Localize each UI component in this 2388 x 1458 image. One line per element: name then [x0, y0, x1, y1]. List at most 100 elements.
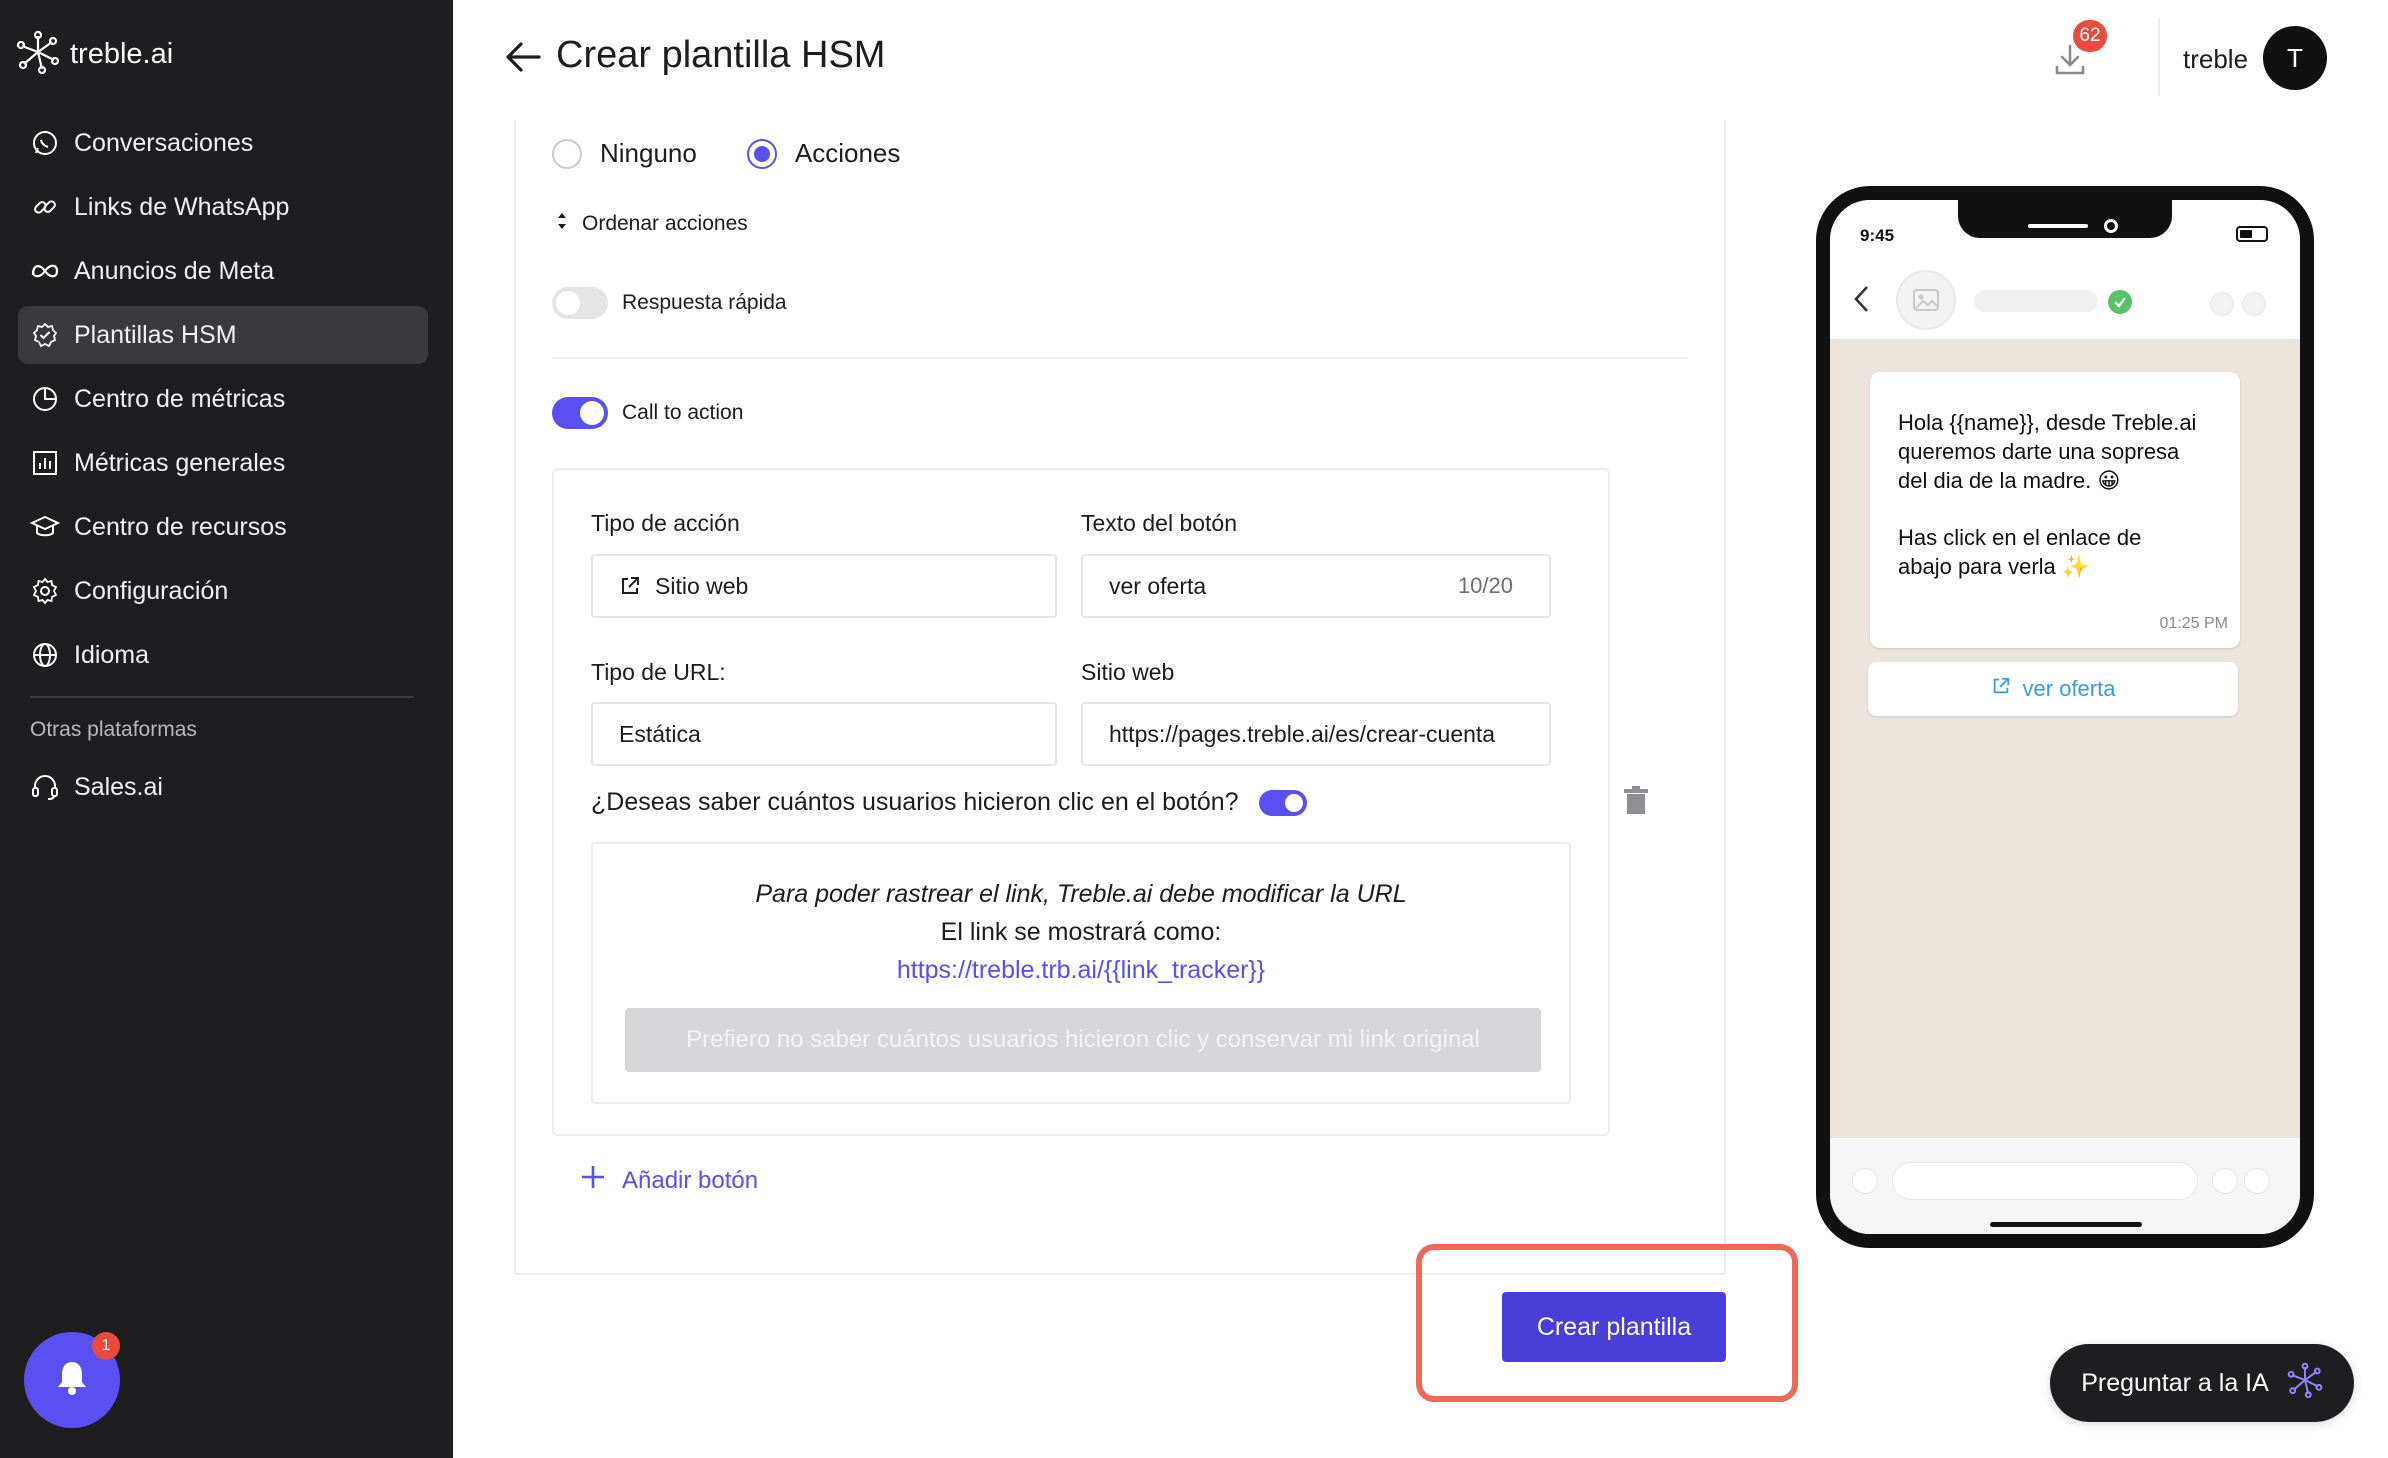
- mic-icon: [2244, 1168, 2270, 1194]
- bar-chart-icon: [30, 448, 60, 478]
- call-to-action-row: Call to action: [552, 397, 743, 429]
- quick-reply-toggle[interactable]: [552, 287, 608, 319]
- create-template-button[interactable]: Crear plantilla: [1502, 1292, 1726, 1362]
- arrow-left-icon: [505, 42, 541, 78]
- radio-ninguno[interactable]: [552, 138, 582, 169]
- sidebar-item-configuracion[interactable]: Configuración: [18, 562, 428, 620]
- tracking-question: ¿Deseas saber cuántos usuarios hicieron …: [591, 788, 1239, 816]
- plus-icon: [580, 1164, 606, 1197]
- sidebar-divider: [30, 696, 414, 698]
- sidebar-item-label: Conversaciones: [74, 128, 254, 157]
- graduation-cap-icon: [30, 512, 60, 542]
- chat-header: [1830, 260, 2300, 340]
- url-type-select[interactable]: Estática: [591, 702, 1057, 766]
- globe-icon: [30, 640, 60, 670]
- sidebar: treble.ai Conversaciones Links de WhatsA…: [0, 0, 453, 1458]
- back-button[interactable]: [505, 40, 541, 79]
- sidebar-item-plantillas-hsm[interactable]: Plantillas HSM: [18, 306, 428, 364]
- message-time: 01:25 PM: [2159, 615, 2228, 632]
- button-type-radio-group: Ninguno Acciones: [552, 138, 950, 169]
- notifications-button[interactable]: 1: [24, 1332, 120, 1428]
- phone-notch: [1958, 200, 2172, 238]
- url-type-value: Estática: [619, 720, 701, 747]
- tracking-info-line1: Para poder rastrear el link, Treble.ai d…: [755, 880, 1407, 908]
- other-platforms-title: Otras plataformas: [30, 718, 197, 741]
- sidebar-item-label: Configuración: [74, 576, 229, 605]
- radio-acciones[interactable]: [746, 138, 777, 169]
- sidebar-item-label: Sales.ai: [74, 772, 163, 801]
- sidebar-item-metricas-generales[interactable]: Métricas generales: [18, 434, 428, 492]
- external-link-icon: [1991, 676, 2011, 702]
- sidebar-item-centro-recursos[interactable]: Centro de recursos: [18, 498, 428, 556]
- delete-action-button[interactable]: [1622, 786, 1650, 821]
- action-type-select[interactable]: Sitio web: [591, 554, 1057, 618]
- battery-icon: [2236, 226, 2268, 242]
- sidebar-item-sales-ai[interactable]: Sales.ai: [18, 758, 428, 816]
- user-name[interactable]: treble: [2183, 44, 2248, 75]
- sidebar-nav: Conversaciones Links de WhatsApp Anuncio…: [18, 114, 428, 690]
- sidebar-item-label: Anuncios de Meta: [74, 256, 275, 285]
- ask-ai-button[interactable]: Preguntar a la IA: [2050, 1344, 2354, 1422]
- attach-icon: [2212, 1168, 2238, 1194]
- whatsapp-icon: [30, 128, 60, 158]
- message-line: Has click en el enlace de: [1898, 525, 2142, 550]
- download-icon: [2050, 44, 2090, 84]
- notification-badge: 1: [92, 1332, 120, 1360]
- tracking-toggle[interactable]: [1258, 789, 1307, 816]
- ask-ai-label: Preguntar a la IA: [2081, 1368, 2269, 1397]
- button-text-counter: 10/20: [1457, 573, 1513, 598]
- menu-icon: [2242, 292, 2266, 316]
- url-type-label: Tipo de URL:: [591, 659, 726, 685]
- add-button[interactable]: Añadir botón: [580, 1164, 758, 1197]
- call-to-action-toggle[interactable]: [552, 397, 608, 429]
- emoji-icon: [1852, 1168, 1878, 1194]
- headset-icon: [30, 772, 60, 802]
- treble-logo-icon: [16, 30, 60, 79]
- button-text-value: ver oferta: [1109, 572, 1207, 599]
- preview-cta-label: ver oferta: [2022, 676, 2116, 701]
- sidebar-item-conversaciones[interactable]: Conversaciones: [18, 114, 428, 172]
- contact-name-placeholder: [1974, 290, 2098, 312]
- downloads-badge: 62: [2073, 20, 2107, 52]
- message-line: abajo para verla ✨: [1898, 554, 2090, 579]
- tracking-question-row: ¿Deseas saber cuántos usuarios hicieron …: [591, 788, 1307, 817]
- preview-cta-button: ver oferta: [1868, 662, 2238, 716]
- meta-icon: [30, 256, 60, 286]
- home-indicator: [1990, 1222, 2142, 1227]
- external-link-icon: [619, 575, 641, 597]
- avatar[interactable]: T: [2263, 26, 2327, 90]
- verified-check-icon: [2108, 290, 2132, 314]
- message-line: queremos darte una sopresa: [1898, 439, 2180, 464]
- section-divider: [552, 357, 1688, 359]
- sidebar-item-label: Métricas generales: [74, 448, 286, 477]
- radio-acciones-label[interactable]: Acciones: [795, 138, 901, 169]
- sidebar-item-links-whatsapp[interactable]: Links de WhatsApp: [18, 178, 428, 236]
- keep-original-link-button[interactable]: Prefiero no saber cuántos usuarios hicie…: [625, 1008, 1541, 1072]
- header-divider: [2158, 18, 2160, 96]
- other-platforms-nav: Sales.ai: [18, 758, 428, 822]
- contact-avatar-image-icon: [1896, 270, 1956, 330]
- message-bubble: Hola {{name}}, desde Treble.ai queremos …: [1870, 372, 2240, 648]
- call-to-action-label: Call to action: [622, 401, 744, 424]
- treble-sparkle-icon: [2287, 1362, 2323, 1405]
- radio-ninguno-label[interactable]: Ninguno: [600, 138, 697, 169]
- sort-actions-button[interactable]: Ordenar acciones: [556, 210, 748, 238]
- sidebar-item-idioma[interactable]: Idioma: [18, 626, 428, 684]
- chevron-left-icon: [1852, 284, 1870, 319]
- pie-chart-icon: [30, 384, 60, 414]
- website-label: Sitio web: [1081, 659, 1175, 685]
- trash-icon: [1622, 786, 1650, 820]
- sidebar-item-centro-metricas[interactable]: Centro de métricas: [18, 370, 428, 428]
- page-title: Crear plantilla HSM: [556, 34, 886, 76]
- button-text-input[interactable]: ver oferta 10/20: [1081, 554, 1551, 618]
- website-url-value: https://pages.treble.ai/es/crear-cuenta: [1109, 720, 1496, 747]
- brand-logo[interactable]: treble.ai: [16, 30, 173, 79]
- whatsapp-preview-phone: 9:45 Hola {{name}}, desde Treble.ai quer…: [1816, 186, 2314, 1248]
- sidebar-item-label: Centro de métricas: [74, 384, 286, 413]
- sidebar-item-anuncios-meta[interactable]: Anuncios de Meta: [18, 242, 428, 300]
- tracking-info-line2: El link se mostrará como:: [940, 918, 1222, 946]
- action-type-value: Sitio web: [655, 572, 749, 599]
- action-type-label: Tipo de acción: [591, 510, 740, 536]
- sidebar-item-label: Plantillas HSM: [74, 320, 237, 349]
- website-url-input[interactable]: https://pages.treble.ai/es/crear-cuenta: [1081, 702, 1551, 766]
